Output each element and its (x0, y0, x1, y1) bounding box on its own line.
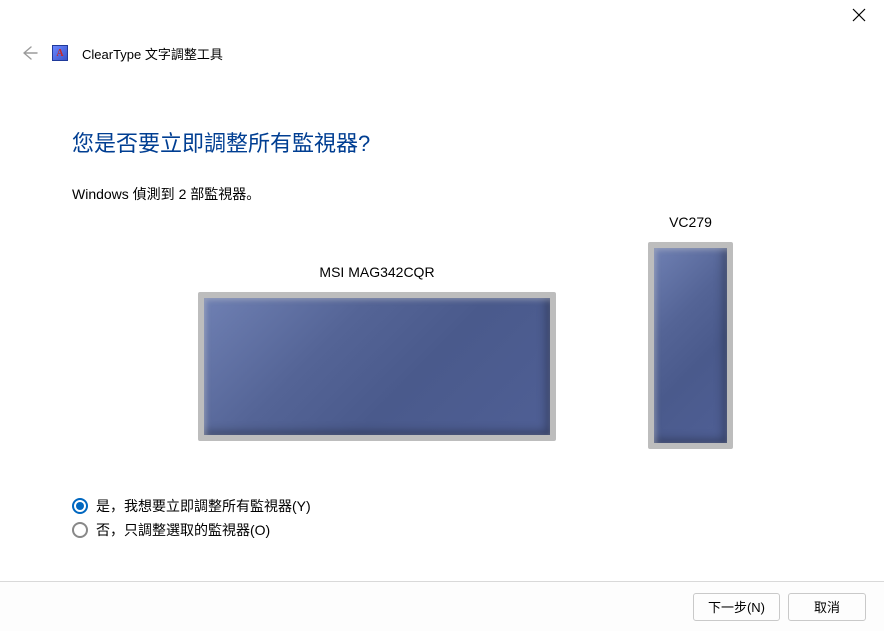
titlebar (0, 0, 884, 36)
page-heading: 您是否要立即調整所有監視器? (72, 126, 812, 158)
back-button[interactable] (20, 44, 38, 62)
app-icon: A (52, 45, 68, 61)
monitor-2-label: VC279 (648, 214, 733, 230)
radio-icon (72, 498, 88, 514)
monitors-area: MSI MAG342CQR VC279 (72, 214, 812, 494)
header: A ClearType 文字調整工具 (0, 36, 884, 70)
radio-tune-selected[interactable]: 否，只調整選取的監視器(O) (72, 520, 812, 540)
cancel-button[interactable]: 取消 (788, 593, 866, 621)
close-button[interactable] (852, 8, 866, 22)
next-button[interactable]: 下一步(N) (693, 593, 780, 621)
content: 您是否要立即調整所有監視器? Windows 偵測到 2 部監視器。 MSI M… (0, 70, 884, 540)
monitor-1-label: MSI MAG342CQR (198, 264, 556, 280)
radio-tune-selected-label: 否，只調整選取的監視器(O) (96, 520, 270, 540)
radio-icon (72, 522, 88, 538)
monitor-1[interactable]: MSI MAG342CQR (198, 264, 556, 441)
detected-text: Windows 偵測到 2 部監視器。 (72, 184, 812, 204)
radio-tune-all[interactable]: 是，我想要立即調整所有監視器(Y) (72, 496, 812, 516)
monitor-2[interactable]: VC279 (648, 214, 733, 449)
radio-tune-all-label: 是，我想要立即調整所有監視器(Y) (96, 496, 311, 516)
footer: 下一步(N) 取消 (0, 581, 884, 631)
monitor-1-screen-icon (198, 292, 556, 441)
options-group: 是，我想要立即調整所有監視器(Y) 否，只調整選取的監視器(O) (72, 496, 812, 540)
app-title: ClearType 文字調整工具 (82, 44, 223, 63)
monitor-2-screen-icon (648, 242, 733, 449)
